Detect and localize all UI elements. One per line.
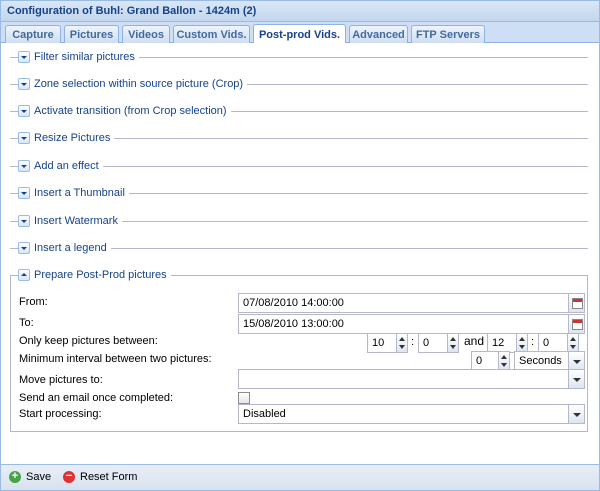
tab-pictures[interactable]: Pictures [64, 25, 119, 43]
expand-toggle-icon[interactable] [18, 78, 30, 90]
time-separator: : [531, 336, 535, 348]
end-minute-spinner[interactable] [568, 333, 579, 353]
expand-toggle-icon[interactable] [18, 215, 30, 227]
fieldset-label: Prepare Post-Prod pictures [34, 269, 167, 281]
reset-form-button[interactable]: − Reset Form [63, 471, 137, 483]
expand-toggle-icon[interactable] [18, 105, 30, 117]
send-email-label: Send an email once completed: [19, 392, 174, 404]
fieldset-prepare-header: Prepare Post-Prod pictures [10, 269, 588, 281]
fieldset-crop: Zone selection within source picture (Cr… [10, 78, 588, 90]
fieldset-thumbnail: Insert a Thumbnail [10, 187, 588, 199]
fieldset-filter-similar: Filter similar pictures [10, 51, 588, 63]
fieldset-label: Filter similar pictures [34, 51, 135, 63]
fieldset-watermark: Insert Watermark [10, 215, 588, 227]
calendar-icon[interactable] [569, 314, 585, 334]
expand-toggle-icon[interactable] [18, 51, 30, 63]
fieldset-label: Add an effect [34, 160, 99, 172]
window-title: Configuration of Buhl: Grand Ballon - 14… [1, 1, 599, 22]
fieldset-label: Zone selection within source picture (Cr… [34, 78, 244, 90]
min-interval-label: Minimum interval between two pictures: [19, 353, 212, 365]
fieldset-effect: Add an effect [10, 160, 588, 172]
end-hour-field[interactable]: 12 [487, 333, 517, 353]
move-to-select[interactable] [238, 369, 569, 389]
fieldset-resize: Resize Pictures [10, 132, 588, 144]
tab-custom-vids[interactable]: Custom Vids. [173, 25, 250, 43]
chevron-down-icon[interactable] [569, 404, 585, 424]
fieldset-label: Activate transition (from Crop selection… [34, 105, 227, 117]
from-date-field[interactable]: 07/08/2010 14:00:00 [238, 293, 569, 313]
tab-videos[interactable]: Videos [122, 25, 170, 43]
config-window: Configuration of Buhl: Grand Ballon - 14… [0, 0, 600, 491]
end-minute-field[interactable]: 0 [538, 333, 568, 353]
tab-advanced[interactable]: Advanced [349, 25, 408, 43]
fieldset-label: Insert a Thumbnail [34, 187, 125, 199]
calendar-icon[interactable] [569, 293, 585, 313]
start-hour-field[interactable]: 10 [367, 333, 397, 353]
expand-toggle-icon[interactable] [18, 242, 30, 254]
fieldset-label: Resize Pictures [34, 132, 111, 144]
chevron-down-icon[interactable] [569, 369, 585, 389]
move-to-label: Move pictures to: [19, 374, 103, 386]
expand-toggle-icon[interactable] [18, 160, 30, 172]
start-minute-field[interactable]: 0 [418, 333, 448, 353]
tab-capture[interactable]: Capture [5, 25, 61, 43]
add-icon: + [9, 471, 21, 483]
bottom-toolbar: + Save − Reset Form [1, 464, 599, 490]
time-separator: : [411, 336, 415, 348]
tab-post-prod-vids[interactable]: Post-prod Vids. [253, 24, 346, 43]
min-interval-spinner[interactable] [499, 351, 510, 371]
end-hour-spinner[interactable] [517, 333, 528, 353]
keep-between-label: Only keep pictures between: [19, 335, 158, 347]
tab-ftp-servers[interactable]: FTP Servers [411, 25, 485, 43]
start-minute-spinner[interactable] [448, 333, 459, 353]
fieldset-legend: Insert a legend [10, 242, 588, 254]
fieldset-label: Insert Watermark [34, 215, 118, 227]
to-label: To: [19, 317, 34, 329]
fieldset-transition: Activate transition (from Crop selection… [10, 105, 588, 117]
min-interval-field[interactable]: 0 [471, 351, 499, 371]
interval-unit-select[interactable]: Seconds [514, 351, 569, 371]
start-hour-spinner[interactable] [397, 333, 408, 353]
and-label: and [464, 334, 485, 348]
save-button[interactable]: + Save [9, 471, 51, 483]
expand-toggle-icon[interactable] [18, 132, 30, 144]
save-label: Save [26, 471, 52, 483]
chevron-down-icon[interactable] [569, 351, 585, 371]
collapse-toggle-icon[interactable] [18, 269, 30, 281]
start-processing-select[interactable]: Disabled [238, 404, 569, 424]
reset-label: Reset Form [80, 471, 138, 483]
from-label: From: [19, 296, 48, 308]
tab-strip: Capture Pictures Videos Custom Vids. Pos… [1, 22, 599, 43]
send-email-checkbox[interactable] [238, 392, 250, 404]
tab-content: Filter similar pictures Zone selection w… [1, 44, 599, 464]
to-date-field[interactable]: 15/08/2010 13:00:00 [238, 314, 569, 334]
remove-icon: − [63, 471, 75, 483]
start-processing-label: Start processing: [19, 408, 102, 420]
expand-toggle-icon[interactable] [18, 187, 30, 199]
fieldset-label: Insert a legend [34, 242, 107, 254]
